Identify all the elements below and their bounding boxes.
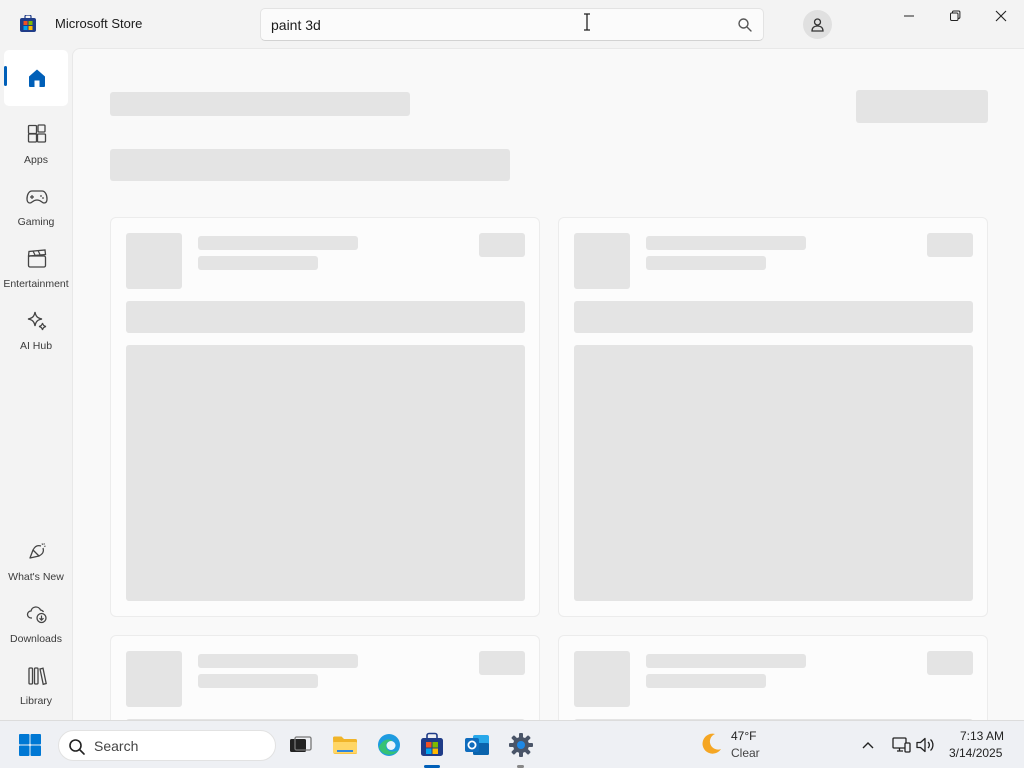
sidebar-item-library[interactable]: Library	[4, 657, 68, 713]
skeleton-app-icon	[574, 651, 630, 707]
microsoft-store-taskbar-icon[interactable]	[416, 729, 448, 761]
weather-condition[interactable]: Clear	[731, 746, 760, 760]
skeleton-line	[646, 256, 766, 270]
sidebar-item-label: What's New	[8, 571, 64, 583]
skeleton-line	[198, 674, 318, 688]
skeleton-button	[927, 651, 973, 675]
skeleton-card	[558, 635, 988, 720]
account-button[interactable]	[803, 10, 832, 39]
skeleton-button	[927, 233, 973, 257]
restore-button[interactable]	[932, 0, 978, 32]
search-input[interactable]: paint 3d	[271, 17, 321, 33]
settings-gear-icon[interactable]	[505, 729, 537, 761]
weather-temperature[interactable]: 47°F	[731, 729, 756, 743]
skeleton-app-icon	[126, 233, 182, 289]
volume-icon[interactable]	[914, 734, 936, 756]
megaphone-icon	[29, 543, 46, 559]
main-content	[72, 48, 1024, 720]
restore-icon	[950, 10, 961, 21]
moon-weather-icon[interactable]	[697, 730, 725, 758]
sidebar-item-label: Library	[19, 695, 53, 707]
skeleton-line	[646, 674, 766, 688]
skeleton-line	[198, 256, 318, 270]
clock-date[interactable]: 3/14/2025	[949, 746, 1002, 760]
clock-time[interactable]: 7:13 AM	[960, 729, 1004, 743]
skeleton-filter-bar	[110, 149, 510, 181]
search-box[interactable]: paint 3d	[260, 8, 764, 41]
active-indicator	[4, 66, 7, 86]
sparkle-icon	[27, 311, 47, 331]
minimize-icon	[904, 15, 914, 17]
sidebar-item-ai-hub[interactable]: AI Hub	[4, 302, 68, 358]
windows-start-icon[interactable]	[16, 731, 44, 759]
apps-icon	[27, 124, 47, 143]
close-icon	[995, 10, 1007, 22]
user-icon	[811, 18, 824, 32]
skeleton-bar	[126, 301, 525, 333]
sidebar-item-home[interactable]	[4, 50, 68, 106]
skeleton-line	[198, 236, 358, 250]
app-title: Microsoft Store	[55, 16, 143, 31]
skeleton-image	[574, 345, 973, 601]
sidebar-item-gaming[interactable]: Gaming	[4, 178, 68, 234]
microsoft-store-logo-icon	[20, 15, 36, 32]
task-view-icon[interactable]	[284, 729, 316, 761]
skeleton-action	[856, 90, 988, 123]
skeleton-title	[110, 92, 410, 116]
skeleton-card	[558, 217, 988, 617]
network-icon[interactable]	[890, 734, 912, 756]
skeleton-line	[646, 236, 806, 250]
skeleton-line	[646, 654, 806, 668]
title-bar: Microsoft Store paint 3d	[0, 0, 1024, 48]
sidebar-item-entertainment[interactable]: Entertainment	[3, 240, 69, 296]
close-button[interactable]	[978, 0, 1024, 32]
cloud-download-icon	[26, 606, 47, 624]
skeleton-app-icon	[126, 651, 182, 707]
sidebar-item-apps[interactable]: Apps	[4, 116, 68, 172]
skeleton-button	[479, 651, 525, 675]
sidebar-item-label: Apps	[24, 154, 48, 166]
sidebar-item-label: AI Hub	[19, 340, 53, 352]
sidebar-item-label: Entertainment	[3, 278, 69, 290]
taskbar-search-label: Search	[94, 738, 139, 754]
skeleton-image	[126, 345, 525, 601]
taskbar: Search 47°F Clear 7:13 AM 3/14/2025	[0, 720, 1024, 768]
skeleton-card	[110, 217, 540, 617]
sidebar-item-downloads[interactable]: Downloads	[4, 595, 68, 651]
search-icon	[69, 739, 85, 755]
clapperboard-icon	[27, 249, 47, 268]
sidebar-item-whats-new[interactable]: What's New	[4, 533, 68, 589]
chevron-up-icon[interactable]	[858, 735, 878, 755]
taskbar-search[interactable]: Search	[58, 730, 276, 761]
minimize-button[interactable]	[886, 0, 932, 32]
library-icon	[28, 667, 47, 686]
outlook-icon[interactable]	[461, 729, 493, 761]
sidebar-item-label: Downloads	[10, 633, 62, 645]
skeleton-card	[110, 635, 540, 720]
sidebar-item-label: Gaming	[17, 216, 55, 228]
edge-browser-icon[interactable]	[373, 729, 405, 761]
search-icon[interactable]	[737, 17, 753, 33]
sidebar-nav: Apps Gaming Entertainment AI Hub What's …	[0, 48, 72, 720]
skeleton-bar	[574, 301, 973, 333]
text-cursor-icon	[584, 13, 590, 31]
skeleton-app-icon	[574, 233, 630, 289]
gamepad-icon	[26, 190, 48, 204]
file-explorer-icon[interactable]	[329, 729, 361, 761]
skeleton-line	[198, 654, 358, 668]
home-icon	[29, 69, 45, 87]
skeleton-button	[479, 233, 525, 257]
